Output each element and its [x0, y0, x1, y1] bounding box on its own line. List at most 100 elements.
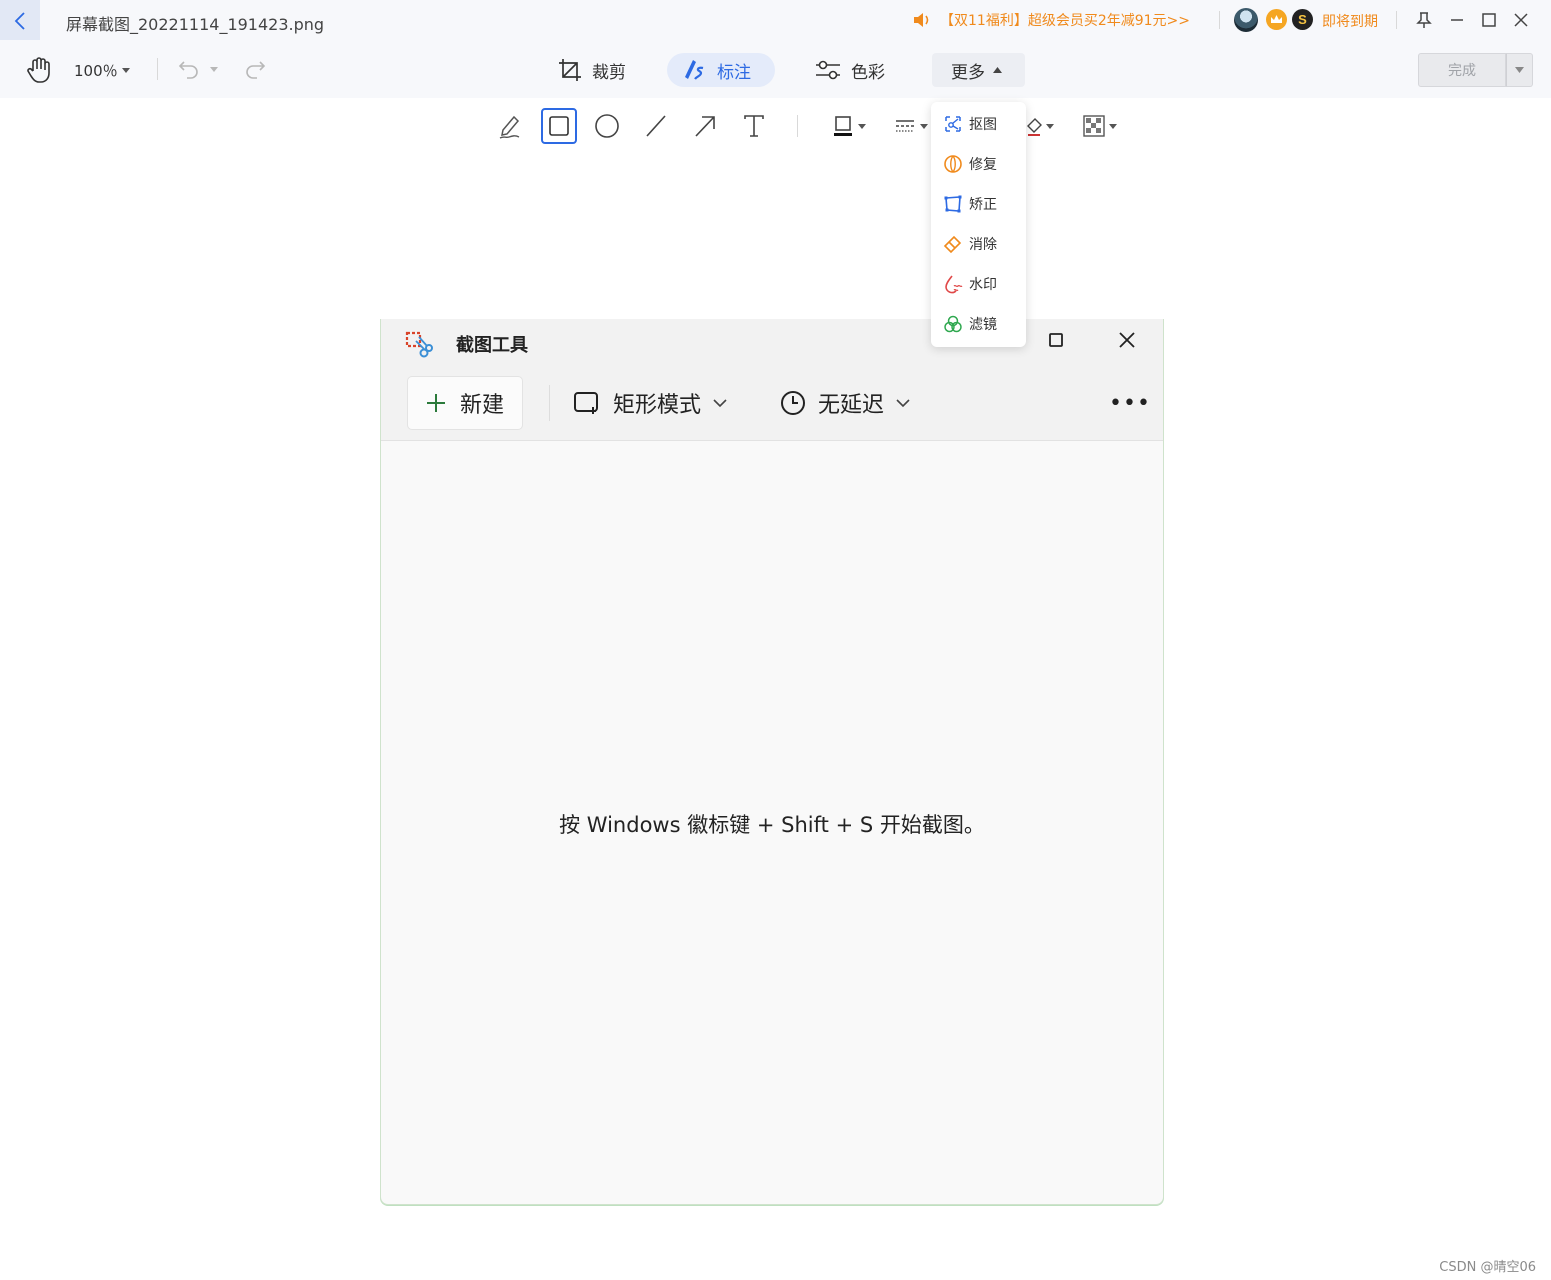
expiry-link[interactable]: 即将到期	[1322, 11, 1378, 31]
caret-down-icon	[1109, 123, 1117, 129]
back-button[interactable]	[0, 0, 40, 42]
annotate-icon	[685, 60, 704, 80]
menu-item-erase-label: 消除	[969, 237, 997, 253]
tab-crop[interactable]: 裁剪	[544, 53, 640, 87]
snip-title: 截图工具	[456, 335, 528, 356]
done-dropdown-button[interactable]	[1506, 53, 1533, 87]
menu-item-repair-label: 修复	[969, 157, 997, 173]
divider	[1396, 11, 1397, 29]
tab-color[interactable]: 色彩	[801, 53, 899, 87]
snip-new-button[interactable]: 新建	[407, 376, 523, 430]
plus-icon	[427, 394, 445, 412]
tab-annotate[interactable]: 标注	[667, 53, 775, 87]
minimize-button[interactable]	[1445, 8, 1469, 32]
rectangle-tool[interactable]	[541, 108, 577, 144]
chevron-down-icon	[896, 399, 910, 408]
file-title: 屏幕截图_20221114_191423.png	[66, 15, 325, 34]
maximize-button[interactable]	[1477, 8, 1501, 32]
pen-tool[interactable]	[492, 108, 528, 144]
zoom-selector[interactable]: 100％	[74, 60, 130, 81]
edited-image[interactable]: 截图工具 新建 矩形模式 无延迟 ••• 按 Windows 徽标键 + Shi…	[380, 319, 1164, 1205]
filter-icon	[944, 315, 962, 333]
eraser-icon	[943, 235, 962, 254]
main-toolbar: 100％ 裁剪 标注 色彩 更多 完成	[0, 40, 1551, 98]
caret-down-icon	[121, 68, 130, 73]
menu-item-repair[interactable]: 修复	[931, 144, 1026, 184]
mosaic-button[interactable]	[1077, 108, 1123, 144]
menu-item-watermark-label: 水印	[969, 277, 997, 293]
caret-down-icon	[858, 123, 866, 129]
menu-item-cutout[interactable]: 抠图	[931, 104, 1026, 144]
zoom-level: 100％	[74, 62, 118, 80]
border-color-icon	[834, 116, 852, 136]
menu-item-watermark[interactable]: 水印	[931, 264, 1026, 304]
line-style-button[interactable]	[888, 108, 934, 144]
snip-close-button[interactable]	[1115, 328, 1139, 352]
tab-crop-label: 裁剪	[592, 62, 626, 83]
snip-hint-text: 按 Windows 徽标键 + Shift + S 开始截图。	[559, 813, 985, 837]
line-tool[interactable]	[638, 108, 674, 144]
rectangle-mode-icon	[574, 392, 598, 414]
line-style-icon	[896, 120, 914, 132]
caret-up-icon	[993, 67, 1002, 73]
snip-mode-dropdown[interactable]: 矩形模式	[573, 387, 727, 419]
undo-icon	[178, 61, 198, 79]
cutout-icon	[945, 116, 961, 132]
close-button[interactable]	[1509, 8, 1533, 32]
crop-icon	[559, 59, 581, 81]
clock-icon	[781, 391, 805, 415]
menu-item-erase[interactable]: 消除	[931, 224, 1026, 264]
csdn-watermark: CSDN @晴空06	[1439, 1260, 1536, 1275]
svip-badge-icon: S	[1292, 9, 1313, 30]
maximize-icon	[1049, 333, 1063, 347]
pin-icon	[1416, 12, 1432, 28]
snip-mode-label: 矩形模式	[613, 393, 702, 418]
text-icon	[744, 115, 764, 137]
pin-button[interactable]	[1412, 8, 1436, 32]
divider	[797, 115, 798, 137]
promo-banner[interactable]: 【双11福利】超级会员买2年减91元>>	[912, 10, 1190, 30]
divider	[157, 58, 158, 80]
caret-down-icon	[1046, 123, 1054, 129]
divider	[1219, 11, 1220, 29]
done-button[interactable]: 完成	[1418, 53, 1506, 87]
menu-item-filter[interactable]: 滤镜	[931, 304, 1026, 344]
snip-new-label: 新建	[460, 393, 505, 418]
avatar[interactable]	[1234, 8, 1258, 32]
snip-maximize-button[interactable]	[1045, 329, 1067, 351]
watermark-icon	[945, 275, 963, 294]
menu-item-correct-label: 矫正	[969, 197, 997, 213]
tab-annotate-label: 标注	[717, 62, 751, 83]
snip-more-button[interactable]: •••	[1109, 391, 1151, 416]
undo-button[interactable]	[178, 58, 218, 80]
caret-down-icon	[920, 123, 928, 129]
tab-color-label: 色彩	[851, 62, 885, 83]
line-icon	[646, 115, 666, 137]
fill-button[interactable]	[1022, 108, 1058, 144]
border-color-button[interactable]	[826, 108, 872, 144]
chevron-down-icon	[713, 399, 727, 408]
speaker-icon	[914, 13, 929, 27]
text-tool[interactable]	[736, 108, 772, 144]
tab-more[interactable]: 更多	[932, 53, 1025, 87]
snipping-tool-logo-icon	[405, 331, 433, 358]
caret-down-icon	[210, 66, 218, 72]
arrow-tool[interactable]	[687, 108, 723, 144]
snip-delay-dropdown[interactable]: 无延迟	[780, 387, 910, 419]
divider	[549, 385, 550, 421]
ellipse-tool[interactable]	[589, 108, 625, 144]
menu-item-correct[interactable]: 矫正	[931, 184, 1026, 224]
repair-icon	[944, 155, 962, 173]
close-icon	[1514, 13, 1528, 27]
menu-item-cutout-label: 抠图	[969, 117, 997, 133]
chevron-left-icon	[14, 12, 25, 30]
perspective-correct-icon	[944, 195, 962, 213]
more-menu: 抠图 修复 矫正 消除 水印 滤镜	[931, 102, 1026, 347]
hand-icon	[27, 57, 50, 83]
redo-button[interactable]	[244, 58, 266, 80]
close-icon	[1119, 332, 1135, 348]
color-adjust-icon	[816, 60, 840, 80]
hand-tool-button[interactable]	[26, 56, 52, 84]
crown-badge-icon	[1266, 9, 1287, 30]
mosaic-icon	[1083, 115, 1105, 137]
